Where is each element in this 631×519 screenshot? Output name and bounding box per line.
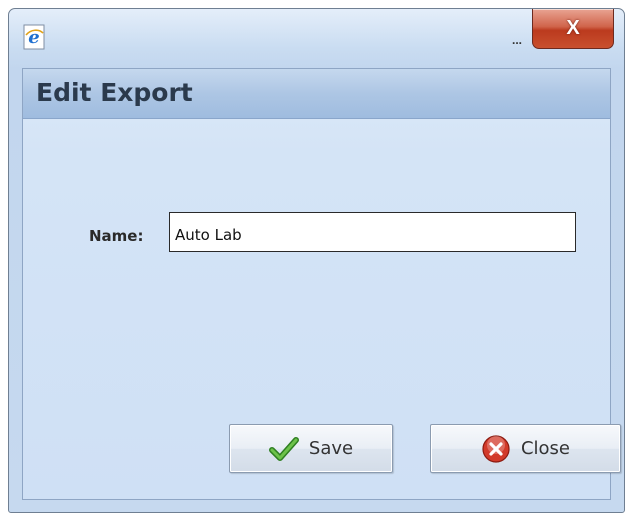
close-button[interactable]: Close — [430, 424, 621, 473]
dialog-window: e ... X Edit Export Name: Save — [8, 8, 625, 513]
checkmark-icon — [268, 434, 299, 464]
title-ellipsis: ... — [512, 33, 523, 47]
internet-explorer-icon: e — [23, 24, 45, 50]
name-input[interactable] — [169, 212, 576, 252]
close-circle-icon — [481, 434, 511, 464]
save-button-label: Save — [308, 438, 354, 459]
close-icon: X — [566, 17, 580, 39]
save-button[interactable]: Save — [229, 424, 393, 473]
dialog-title: Edit Export — [36, 78, 193, 107]
name-label: Name: — [89, 227, 144, 245]
dialog-header: Edit Export — [23, 69, 610, 119]
window-close-button[interactable]: X — [532, 9, 614, 49]
dialog-content: Edit Export Name: Save Close — [22, 68, 621, 500]
title-bar[interactable]: e ... X — [9, 9, 624, 67]
close-button-label: Close — [520, 438, 571, 459]
